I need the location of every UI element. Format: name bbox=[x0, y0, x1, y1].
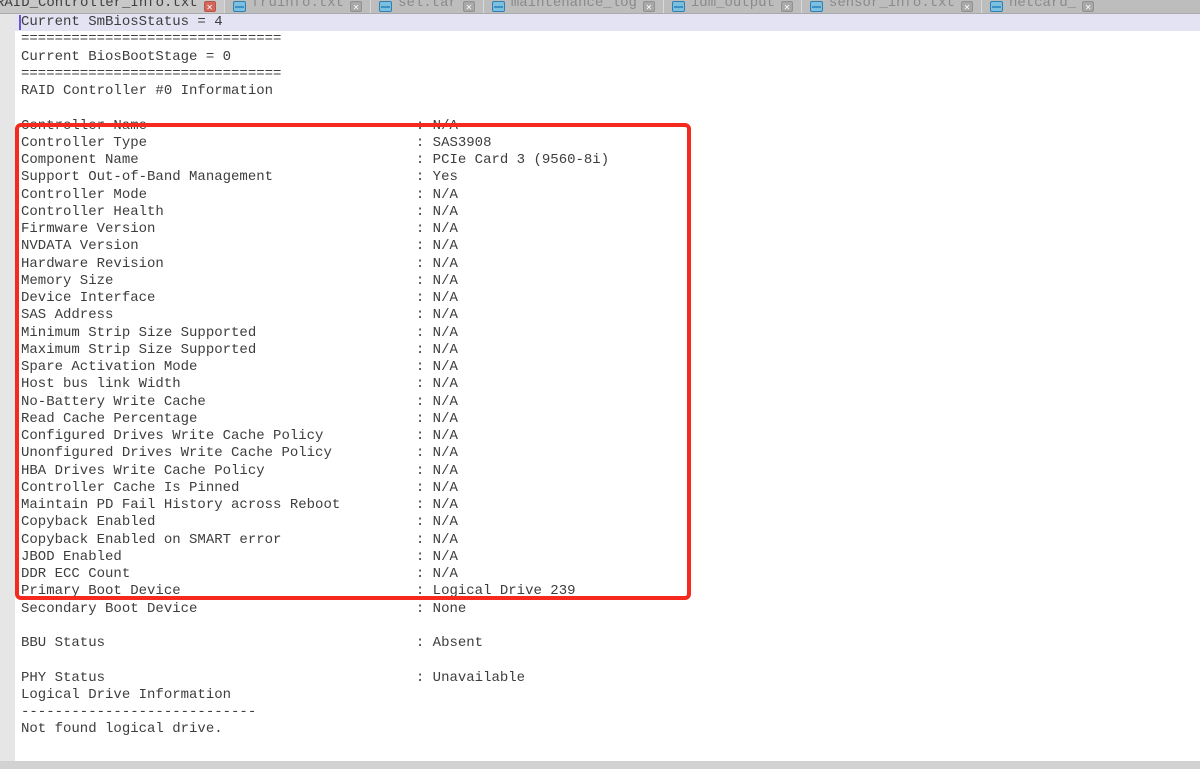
close-icon[interactable]: ✕ bbox=[643, 1, 655, 12]
tab-sel-tar[interactable]: sel.tar ✕ bbox=[371, 0, 484, 13]
close-icon[interactable]: ✕ bbox=[463, 1, 475, 12]
file-icon bbox=[233, 1, 246, 12]
editor-gutter bbox=[0, 14, 15, 761]
tab-label: maintenance_log bbox=[511, 0, 637, 13]
tab-label: sensor_info.txt bbox=[829, 0, 955, 13]
close-icon[interactable]: ✕ bbox=[350, 1, 362, 12]
tab-bar: RAID_Controller_Info.txt✕fruinfo.txt✕sel… bbox=[0, 0, 1200, 14]
tab-label: RAID_Controller_Info.txt bbox=[0, 0, 198, 13]
tab-maintenance-log[interactable]: maintenance_log ✕ bbox=[484, 0, 664, 13]
tab-sensor-info-txt[interactable]: sensor_info.txt ✕ bbox=[802, 0, 982, 13]
tab-netcard[interactable]: netcard_ ✕ bbox=[982, 0, 1200, 13]
close-icon[interactable]: ✕ bbox=[204, 1, 216, 12]
file-icon bbox=[810, 1, 823, 12]
tab-fruinfo-txt[interactable]: fruinfo.txt ✕ bbox=[225, 0, 371, 13]
tab-label: idm_output bbox=[691, 0, 775, 13]
file-content[interactable]: Current SmBiosStatus = 4 ===============… bbox=[15, 14, 609, 739]
tab-idm-output[interactable]: idm_output ✕ bbox=[664, 0, 802, 13]
tab-label: sel.tar bbox=[398, 0, 457, 13]
tab-label: fruinfo.txt bbox=[252, 0, 344, 13]
tab-row: RAID_Controller_Info.txt✕fruinfo.txt✕sel… bbox=[0, 0, 1200, 13]
file-icon bbox=[672, 1, 685, 12]
close-icon[interactable]: ✕ bbox=[1082, 1, 1094, 12]
file-icon bbox=[379, 1, 392, 12]
close-icon[interactable]: ✕ bbox=[961, 1, 973, 12]
tab-label: netcard_ bbox=[1009, 0, 1076, 13]
close-icon[interactable]: ✕ bbox=[781, 1, 793, 12]
editor-area[interactable]: Current SmBiosStatus = 4 ===============… bbox=[0, 14, 1200, 761]
file-icon bbox=[492, 1, 505, 12]
file-icon bbox=[990, 1, 1003, 12]
tab-raid-controller-info-txt[interactable]: RAID_Controller_Info.txt ✕ bbox=[0, 0, 225, 13]
horizontal-scrollbar[interactable] bbox=[0, 761, 1200, 769]
